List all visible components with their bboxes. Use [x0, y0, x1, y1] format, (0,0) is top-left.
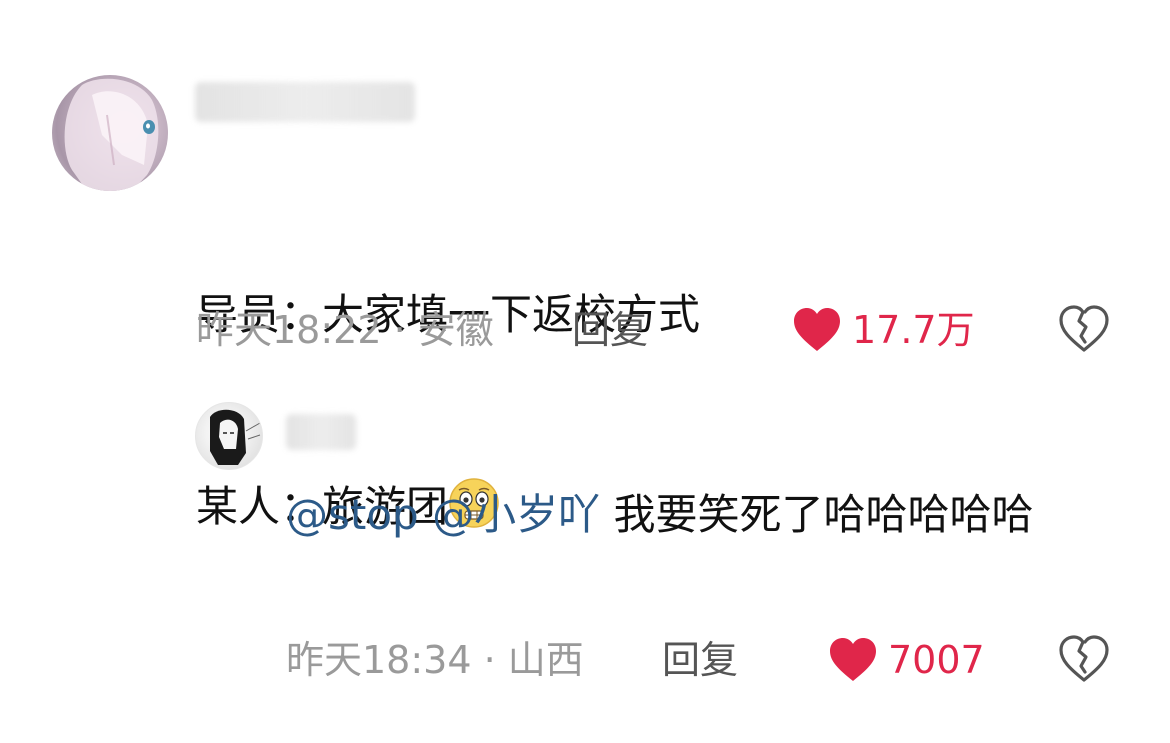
reply-button-2[interactable]: 回复	[662, 635, 738, 685]
dislike-button-2[interactable]	[1058, 635, 1110, 683]
anime-girl-avatar-icon	[64, 78, 159, 191]
broken-heart-icon	[1059, 305, 1109, 352]
reply-username-redacted[interactable]	[286, 414, 356, 450]
reply-time-location: 昨天18:34 · 山西	[286, 638, 584, 682]
like-count-2: 7007	[888, 638, 985, 682]
dislike-button[interactable]	[1058, 305, 1110, 353]
reply-body: @stop @小岁吖 我要笑死了哈哈哈哈哈	[286, 483, 1116, 547]
commenter-avatar[interactable]	[52, 75, 168, 191]
comment-time-location: 昨天18:22 · 安徽	[196, 308, 494, 352]
sketch-girl-avatar-icon	[210, 409, 261, 465]
commenter-username-redacted[interactable]	[195, 82, 415, 122]
like-button-2[interactable]	[828, 637, 878, 683]
reply-avatar[interactable]	[195, 402, 263, 470]
heart-filled-icon	[830, 638, 876, 681]
broken-heart-icon	[1059, 635, 1109, 682]
reply-text: 我要笑死了哈哈哈哈哈	[613, 490, 1034, 539]
like-button[interactable]	[792, 307, 842, 353]
heart-filled-icon	[794, 308, 840, 351]
reply-button[interactable]: 回复	[572, 305, 648, 355]
mention-link-stop[interactable]: @stop	[286, 490, 419, 539]
like-count: 17.7万	[852, 308, 975, 352]
mention-link-xiaosuiya[interactable]: @小岁吖	[432, 490, 600, 539]
